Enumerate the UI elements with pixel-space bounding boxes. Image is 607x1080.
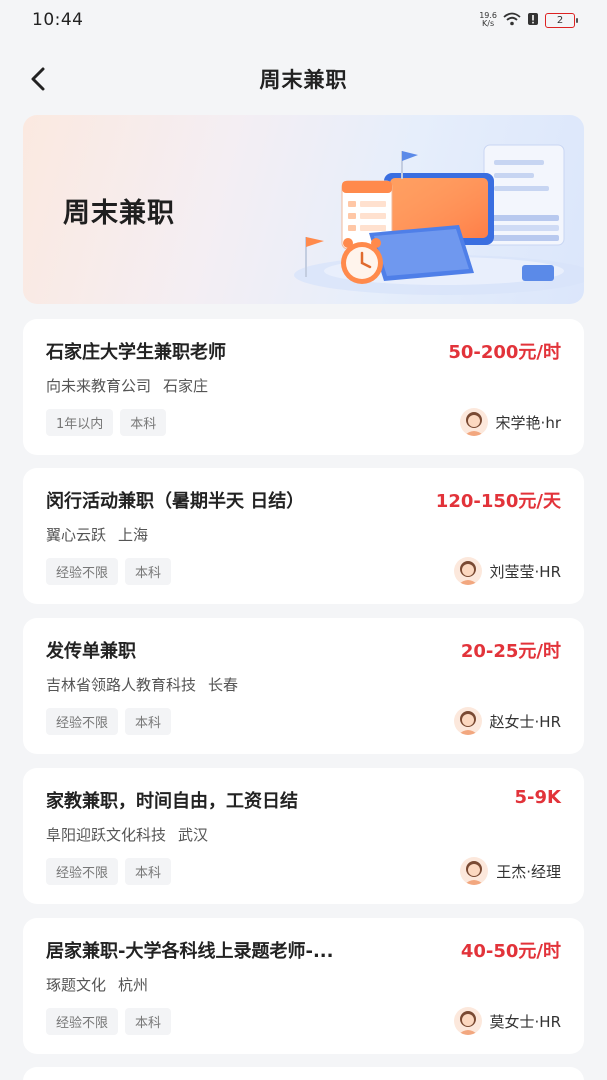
recruiter: 莫女士·HR xyxy=(453,1007,561,1035)
job-city: 上海 xyxy=(118,526,149,544)
job-tags: 1年以内 本科 xyxy=(46,409,167,436)
job-tags: 经验不限 本科 xyxy=(46,708,172,735)
company-name: 向未来教育公司 xyxy=(46,377,152,395)
chevron-left-icon xyxy=(31,67,45,91)
job-salary: 20-25元/时 xyxy=(460,641,561,662)
job-tags: 经验不限 本科 xyxy=(46,558,172,585)
education-tag: 本科 xyxy=(120,409,167,436)
company-name: 翼心云跃 xyxy=(46,526,107,544)
recruiter: 刘莹莹·HR xyxy=(453,557,561,585)
job-title: 家教兼职，时间自由，工资日结 xyxy=(46,791,298,812)
experience-tag: 经验不限 xyxy=(46,558,119,585)
avatar-icon xyxy=(459,408,488,436)
banner: 周末兼职 xyxy=(23,115,584,304)
experience-tag: 经验不限 xyxy=(46,708,119,735)
job-card[interactable]: 闵行活动兼职（暑期半天 日结） 120-150元/天 翼心云跃 上海 经验不限 本… xyxy=(23,468,584,604)
experience-tag: 经验不限 xyxy=(46,858,119,885)
job-salary: 50-200元/时 xyxy=(448,342,561,363)
recruiter-name: 王杰·经理 xyxy=(496,862,561,881)
recruiter: 宋学艳·hr xyxy=(459,408,561,436)
job-city: 长春 xyxy=(208,676,239,694)
education-tag: 本科 xyxy=(125,1008,172,1035)
status-icons: 19.6 K/s 2 xyxy=(479,11,578,30)
alert-icon xyxy=(527,11,539,30)
education-tag: 本科 xyxy=(125,558,172,585)
job-title: 居家兼职-大学各科线上录题老师-... xyxy=(46,941,334,962)
company-line: 琢题文化 杭州 xyxy=(46,974,148,995)
wifi-icon xyxy=(503,11,521,30)
job-title: 闵行活动兼职（暑期半天 日结） xyxy=(46,491,305,512)
education-tag: 本科 xyxy=(125,708,172,735)
job-city: 石家庄 xyxy=(163,377,209,395)
network-speed-unit: K/s xyxy=(482,19,495,28)
job-tags: 经验不限 本科 xyxy=(46,858,172,885)
job-city: 武汉 xyxy=(178,826,209,844)
avatar-icon xyxy=(453,707,482,735)
nav-header: 周末兼职 xyxy=(0,48,607,110)
job-title: 石家庄大学生兼职老师 xyxy=(46,342,226,363)
job-salary: 40-50元/时 xyxy=(460,941,561,962)
recruiter: 赵女士·HR xyxy=(453,707,561,735)
job-card-partial[interactable] xyxy=(23,1067,584,1080)
company-name: 阜阳迎跃文化科技 xyxy=(46,826,167,844)
network-speed: 19.6 K/s xyxy=(479,12,497,28)
experience-tag: 经验不限 xyxy=(46,1008,119,1035)
recruiter-name: 刘莹莹·HR xyxy=(489,562,561,581)
battery-level: 2 xyxy=(556,14,564,26)
experience-tag: 1年以内 xyxy=(46,409,114,436)
company-line: 阜阳迎跃文化科技 武汉 xyxy=(46,824,208,845)
recruiter-name: 赵女士·HR xyxy=(489,712,561,731)
avatar-icon xyxy=(453,1007,482,1035)
job-title: 发传单兼职 xyxy=(46,641,136,662)
company-name: 琢题文化 xyxy=(46,976,107,994)
banner-title: 周末兼职 xyxy=(63,198,175,229)
job-card[interactable]: 家教兼职，时间自由，工资日结 5-9K 阜阳迎跃文化科技 武汉 经验不限 本科 王… xyxy=(23,768,584,904)
status-time: 10:44 xyxy=(32,10,84,30)
job-tags: 经验不限 本科 xyxy=(46,1008,172,1035)
company-line: 吉林省领路人教育科技 长春 xyxy=(46,674,238,695)
status-bar: 10:44 19.6 K/s 2 xyxy=(0,0,607,40)
avatar-icon xyxy=(453,557,482,585)
page-title: 周末兼职 xyxy=(259,68,348,92)
battery-icon: 2 xyxy=(545,12,578,28)
job-salary: 120-150元/天 xyxy=(435,491,561,512)
company-name: 吉林省领路人教育科技 xyxy=(46,676,197,694)
job-card[interactable]: 居家兼职-大学各科线上录题老师-... 40-50元/时 琢题文化 杭州 经验不限… xyxy=(23,918,584,1054)
job-salary: 5-9K xyxy=(514,787,561,808)
back-button[interactable] xyxy=(22,62,56,96)
company-line: 翼心云跃 上海 xyxy=(46,524,148,545)
recruiter-name: 宋学艳·hr xyxy=(495,413,561,432)
job-card[interactable]: 发传单兼职 20-25元/时 吉林省领路人教育科技 长春 经验不限 本科 赵女士·… xyxy=(23,618,584,754)
job-city: 杭州 xyxy=(118,976,149,994)
avatar-icon xyxy=(460,857,489,885)
office-illustration xyxy=(294,144,584,295)
job-card[interactable]: 石家庄大学生兼职老师 50-200元/时 向未来教育公司 石家庄 1年以内 本科 … xyxy=(23,319,584,455)
recruiter-name: 莫女士·HR xyxy=(489,1012,561,1031)
recruiter: 王杰·经理 xyxy=(460,857,561,885)
company-line: 向未来教育公司 石家庄 xyxy=(46,375,208,396)
education-tag: 本科 xyxy=(125,858,172,885)
